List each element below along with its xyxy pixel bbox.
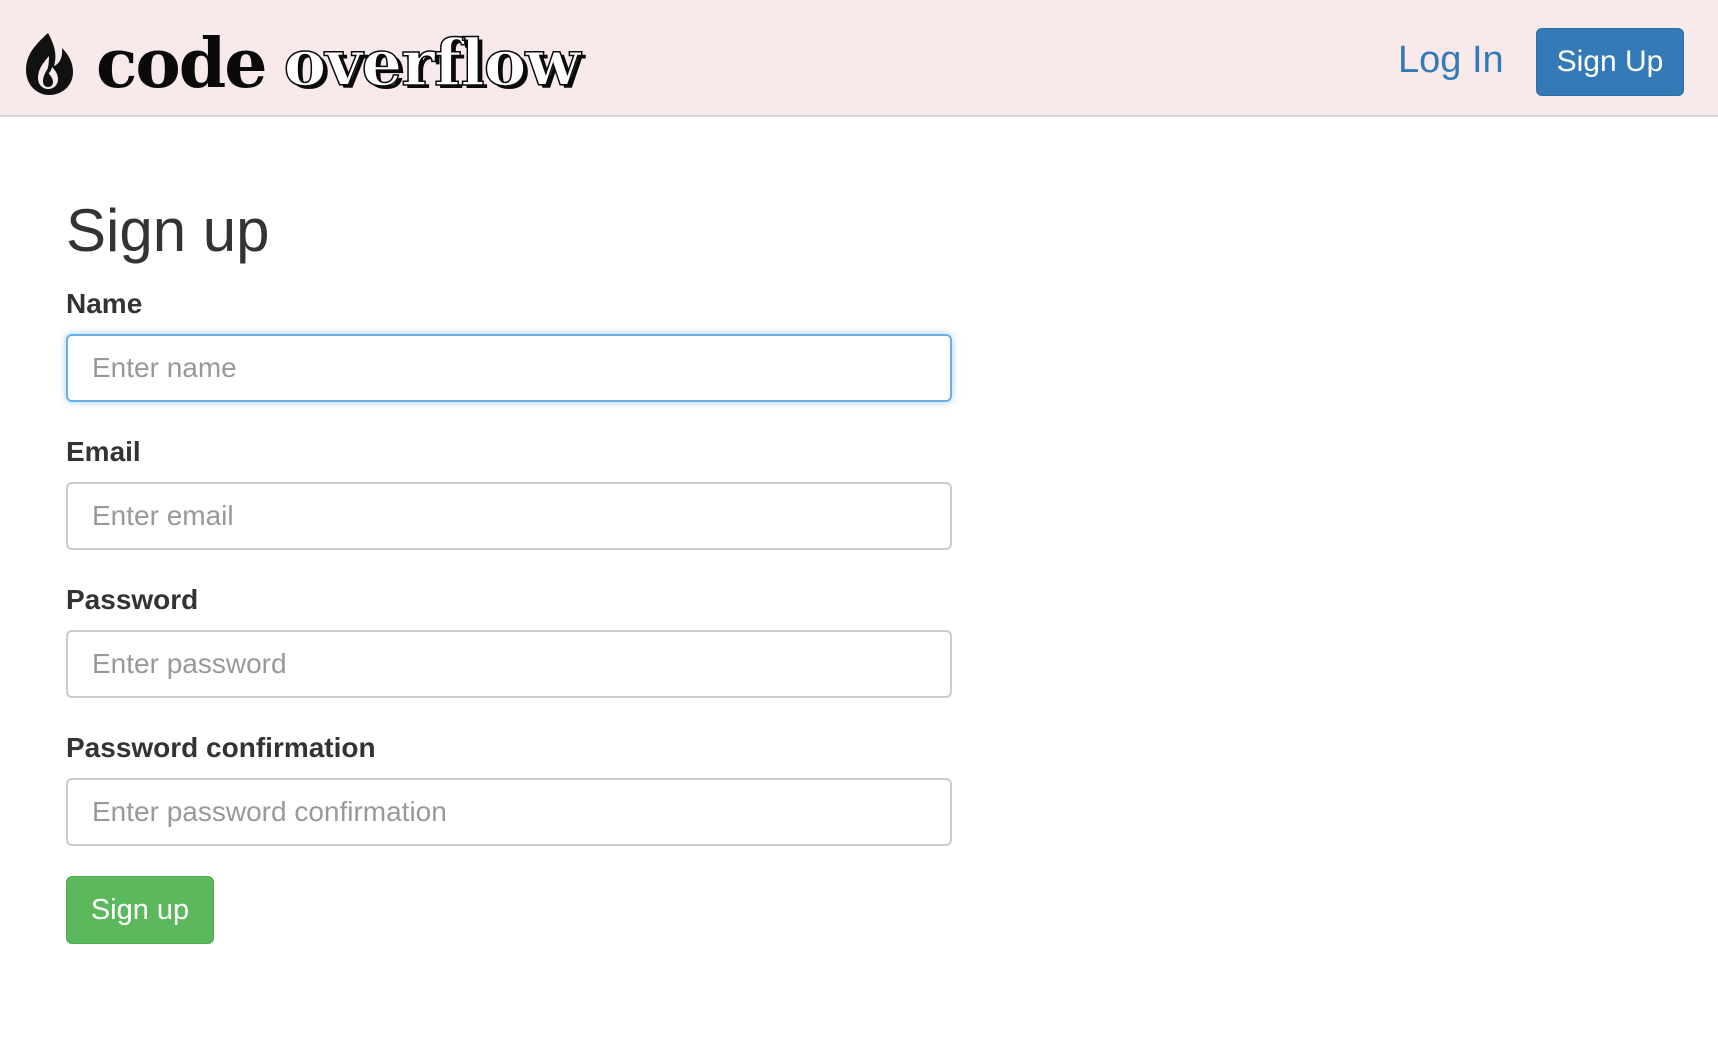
brand-word-overflow: overflow	[283, 26, 581, 101]
signup-nav-button[interactable]: Sign Up	[1536, 28, 1684, 96]
password-confirmation-input[interactable]	[66, 778, 952, 846]
flame-icon	[26, 33, 73, 95]
name-input[interactable]	[66, 334, 952, 402]
password-confirmation-label: Password confirmation	[66, 732, 376, 763]
page-title: Sign up	[66, 197, 270, 264]
login-link[interactable]: Log In	[1398, 36, 1504, 84]
email-label: Email	[66, 436, 141, 467]
password-input[interactable]	[66, 630, 952, 698]
name-label: Name	[66, 288, 143, 319]
email-input[interactable]	[66, 482, 952, 550]
brand-logo[interactable]: code overflow	[18, 24, 581, 104]
brand-word-code: code	[96, 24, 268, 104]
sign-up-submit-button[interactable]: Sign up	[66, 876, 214, 944]
top-navbar: code overflow Log In Sign Up	[0, 0, 1718, 117]
password-label: Password	[66, 584, 199, 615]
